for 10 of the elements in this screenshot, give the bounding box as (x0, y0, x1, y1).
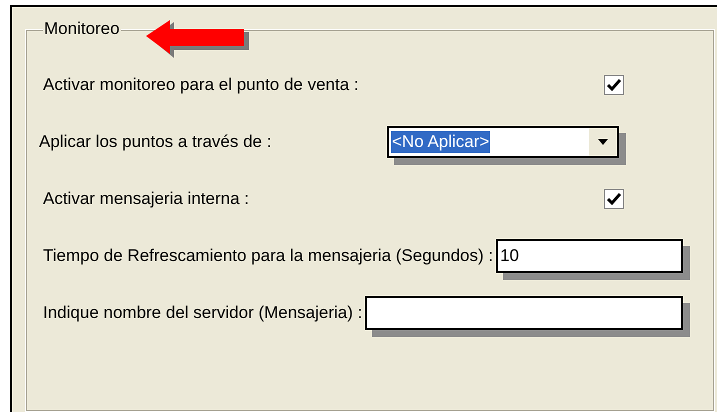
checkbox[interactable] (604, 189, 624, 209)
field-label: Activar monitoreo para el punto de venta : (43, 75, 359, 95)
checkbox[interactable] (604, 75, 624, 95)
field-label: Aplicar los puntos a través de : (39, 132, 272, 152)
field-label: Activar mensajeria interna : (43, 189, 249, 209)
caret-icon[interactable] (589, 128, 617, 156)
field-label: Indique nombre del servidor (Mensajeria) : (43, 303, 362, 323)
field-label: Tiempo de Refrescamiento para la mensajeria (Segundos) : (43, 246, 494, 266)
input-field[interactable]: 10 (496, 239, 683, 273)
input-field[interactable] (365, 296, 683, 330)
